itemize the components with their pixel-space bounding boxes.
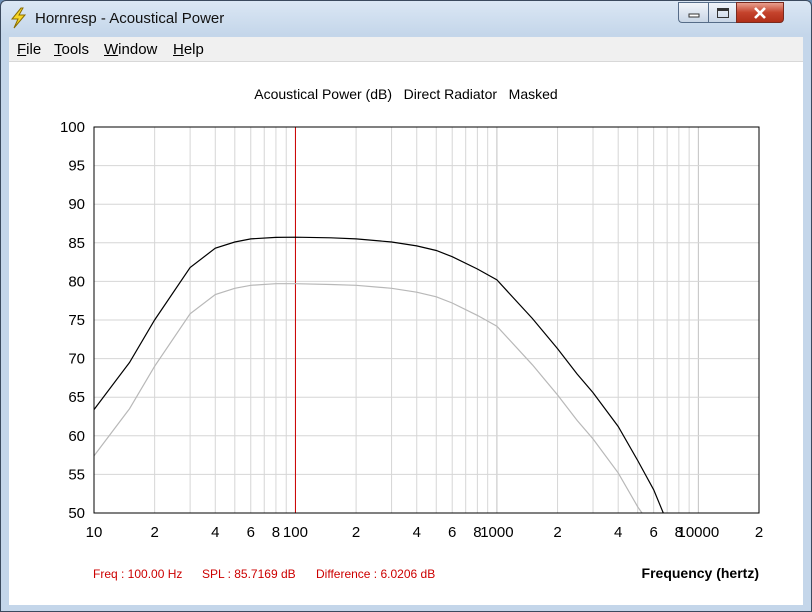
y-tick-label: 85 <box>68 235 85 252</box>
y-tick-label: 75 <box>68 312 85 329</box>
minimize-icon <box>688 13 699 17</box>
close-icon <box>754 6 766 19</box>
menu-help[interactable]: Help <box>173 41 204 58</box>
window-title: Hornresp - Acoustical Power <box>35 10 225 27</box>
x-axis-title: Frequency (hertz) <box>642 565 759 581</box>
x-tick-label: 1000 <box>480 524 513 541</box>
status-difference: Difference : 6.0206 dB <box>316 567 435 581</box>
x-tick-label: 6 <box>649 524 657 541</box>
series-group <box>93 236 664 514</box>
x-tick-label: 2 <box>755 524 763 541</box>
x-tick-label: 6 <box>448 524 456 541</box>
x-tick-label: 6 <box>247 524 255 541</box>
x-tick-label: 100 <box>283 524 308 541</box>
series-line-2 <box>93 283 643 514</box>
x-tick-label: 2 <box>553 524 561 541</box>
x-tick-label: 10000 <box>677 524 719 541</box>
x-axis-labels: 10 2 4 6 8 100 2 4 6 81000 2 4 6 810000 2 <box>86 524 764 541</box>
x-tick-label: 4 <box>413 524 421 541</box>
minimize-button[interactable] <box>678 2 708 23</box>
x-tick-label: 2 <box>352 524 360 541</box>
app-window: Hornresp - Acoustical Power File Tools W… <box>0 0 812 612</box>
menu-tools[interactable]: Tools <box>54 41 89 58</box>
title-bar[interactable]: Hornresp - Acoustical Power <box>1 1 811 37</box>
series-line-1 <box>93 236 664 514</box>
x-tick-label: 4 <box>211 524 219 541</box>
y-tick-label: 70 <box>68 351 85 368</box>
maximize-button[interactable] <box>708 2 736 23</box>
y-tick-label: 65 <box>68 389 85 406</box>
x-tick-label: 4 <box>614 524 622 541</box>
y-axis-labels: 100 95 90 85 80 75 70 65 60 55 50 <box>60 119 85 522</box>
y-tick-label: 60 <box>68 428 85 445</box>
y-tick-label: 50 <box>68 505 85 522</box>
y-tick-label: 55 <box>68 466 85 483</box>
x-tick-label: 2 <box>150 524 158 541</box>
x-tick-label: 10 <box>86 524 103 541</box>
menu-bar: File Tools Window Help <box>9 37 803 62</box>
status-spl: SPL : 85.7169 dB <box>202 567 296 581</box>
x-tick-label: 8 <box>272 524 280 541</box>
y-tick-label: 100 <box>60 119 85 136</box>
chart-title: Acoustical Power (dB) Direct Radiator Ma… <box>254 86 557 102</box>
close-button[interactable] <box>736 2 784 23</box>
y-tick-label: 95 <box>68 158 85 175</box>
chart-area: Acoustical Power (dB) Direct Radiator Ma… <box>9 62 803 605</box>
menu-window[interactable]: Window <box>104 41 157 58</box>
chart-svg[interactable]: Acoustical Power (dB) Direct Radiator Ma… <box>9 62 803 605</box>
status-freq: Freq : 100.00 Hz <box>93 567 182 581</box>
menu-file[interactable]: File <box>17 41 41 58</box>
maximize-icon <box>716 7 729 18</box>
chart-grid <box>94 127 760 513</box>
lightning-icon <box>10 7 27 29</box>
y-tick-label: 80 <box>68 273 85 290</box>
y-tick-label: 90 <box>68 196 85 213</box>
